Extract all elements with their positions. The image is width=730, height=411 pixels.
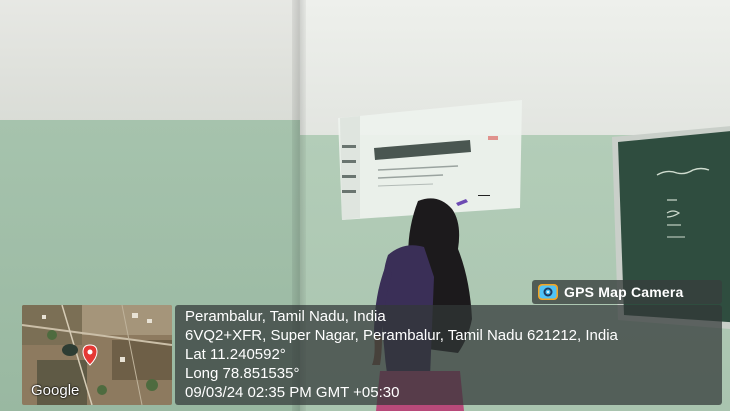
location-title: Perambalur, Tamil Nadu, India	[185, 308, 386, 325]
left-wall-upper	[0, 0, 300, 125]
badge-label: GPS Map Camera	[564, 284, 684, 300]
timestamp-line: 09/03/24 02:35 PM GMT +05:30	[185, 384, 400, 401]
satellite-map-thumbnail: Google	[22, 305, 172, 405]
latitude-line: Lat 11.240592°	[185, 346, 286, 363]
address-line: 6VQ2+XFR, Super Nagar, Perambalur, Tamil…	[185, 327, 618, 344]
camera-lens-icon	[538, 284, 558, 300]
google-logo: Google	[31, 382, 80, 399]
longitude-line: Long 78.851535°	[185, 365, 300, 382]
photo-scene: GPS Map Camera Google Perambalur, Tamil …	[0, 0, 730, 411]
location-info-panel: Perambalur, Tamil Nadu, India 6VQ2+XFR, …	[175, 305, 722, 405]
gps-map-camera-badge: GPS Map Camera	[532, 280, 722, 304]
